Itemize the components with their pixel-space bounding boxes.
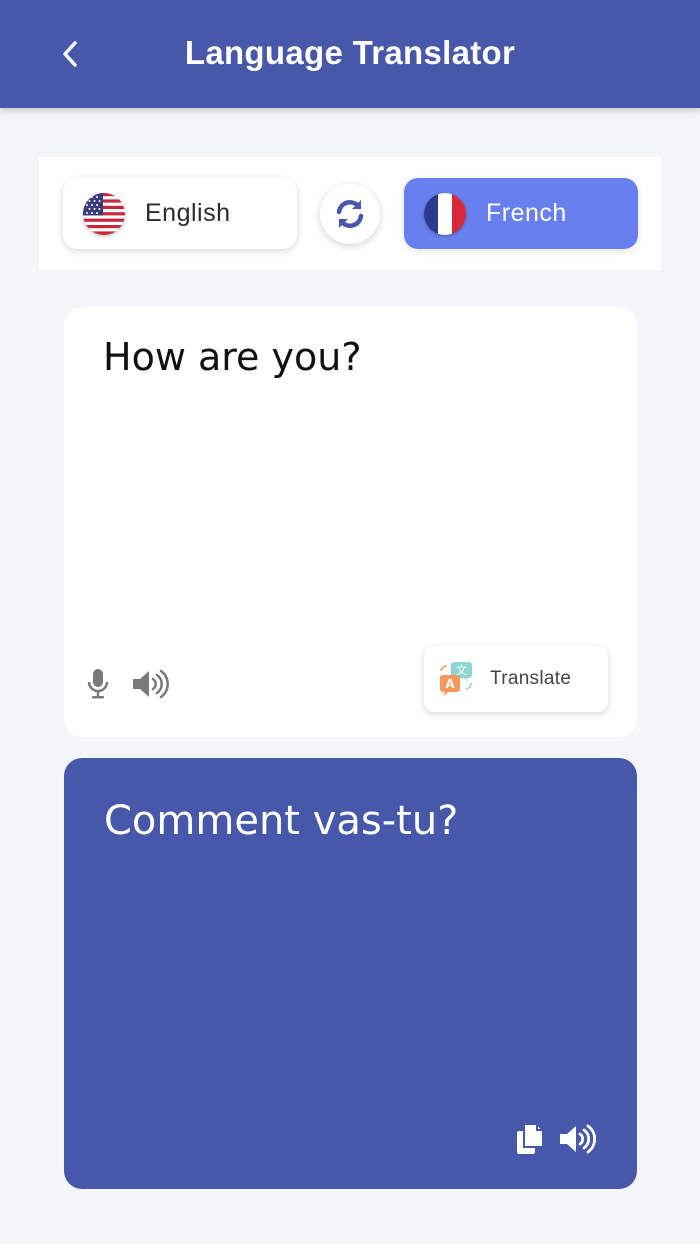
translated-text: Comment vas-tu? [104, 798, 459, 844]
translate-icon: 文 A [438, 661, 474, 697]
us-flag-icon [83, 192, 125, 235]
source-language-button[interactable]: English [63, 178, 297, 249]
translate-button[interactable]: 文 A Translate [424, 646, 608, 712]
target-language-label: French [486, 199, 567, 227]
input-text-field[interactable]: How are you? [103, 335, 362, 379]
swap-languages-button[interactable] [320, 184, 380, 244]
speak-input-button[interactable] [131, 667, 169, 701]
microphone-button[interactable] [86, 667, 110, 701]
input-card: How are you? 文 A Translate [64, 307, 637, 737]
swap-refresh-icon [336, 199, 364, 229]
source-language-label: English [145, 199, 231, 227]
speaker-icon [560, 1124, 597, 1154]
microphone-icon [87, 669, 109, 699]
speak-output-button[interactable] [558, 1122, 598, 1156]
copy-button[interactable] [515, 1123, 545, 1155]
language-selector-bar: English French [39, 157, 661, 270]
app-header: Language Translator [0, 0, 700, 108]
fr-flag-icon [424, 192, 466, 235]
translate-button-label: Translate [490, 668, 572, 689]
speaker-icon [133, 669, 169, 699]
svg-text:文: 文 [456, 663, 467, 677]
output-card: Comment vas-tu? [64, 758, 637, 1189]
page-title: Language Translator [184, 34, 516, 71]
copy-icon [517, 1123, 544, 1154]
target-language-button[interactable]: French [404, 178, 638, 249]
svg-text:A: A [445, 677, 455, 691]
